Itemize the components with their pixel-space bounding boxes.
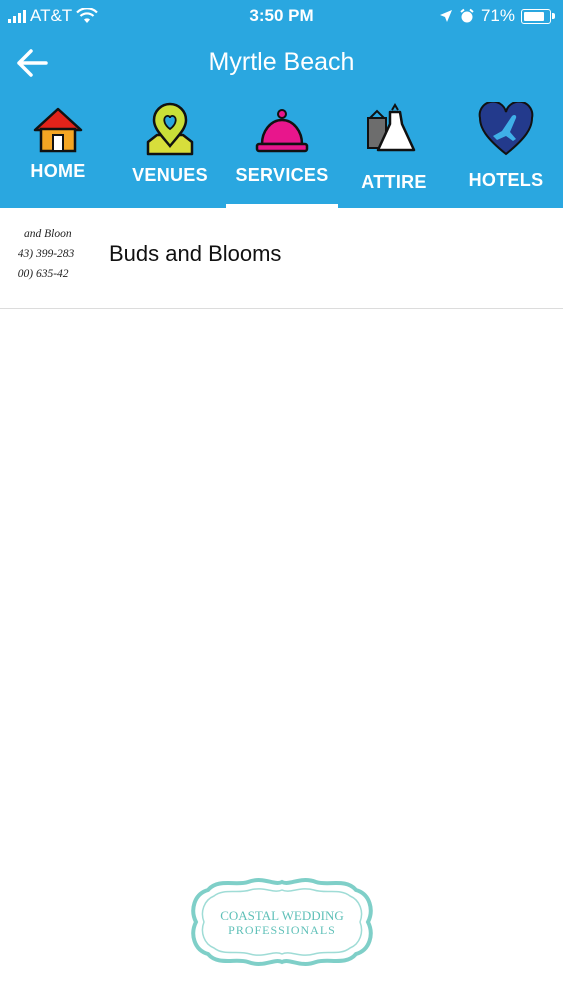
tab-services[interactable]: SERVICES	[226, 96, 338, 208]
signal-icon	[8, 9, 26, 23]
dress-icon	[367, 103, 416, 152]
thumbnail-line: 900) 635-42	[18, 268, 69, 280]
battery-icon	[521, 8, 555, 24]
tab-attire[interactable]: ATTIRE	[338, 96, 450, 208]
logo-line-1: COASTAL WEDDING	[220, 908, 344, 923]
tab-hotels[interactable]: HOTELS	[450, 96, 562, 208]
tab-venues-label: VENUES	[132, 165, 208, 185]
location-arrow-icon	[439, 10, 452, 22]
vendor-thumbnail: and Bloon 343) 399-283 900) 635-42	[18, 224, 90, 292]
battery-percent: 71%	[480, 6, 515, 25]
wifi-icon	[76, 8, 98, 23]
tab-venues[interactable]: VENUES	[114, 96, 226, 208]
status-left: AT&T	[8, 6, 98, 26]
page-title: Myrtle Beach	[208, 48, 355, 76]
carrier-label: AT&T	[30, 6, 73, 25]
thumbnail-line: 343) 399-283	[18, 248, 75, 260]
tab-home-label: HOME	[30, 161, 86, 181]
app-header: AT&T 3:50 PM 71% Myrtle Beach HOME VENUE…	[0, 0, 563, 208]
tab-services-label: SERVICES	[235, 165, 329, 185]
navigation-bar: Myrtle Beach	[0, 34, 563, 92]
alarm-icon	[460, 8, 474, 23]
list-item-title: Buds and Blooms	[109, 241, 282, 266]
service-bell-icon	[255, 109, 309, 153]
thumbnail-line: and Bloon	[24, 228, 72, 240]
status-right: 71%	[439, 6, 555, 26]
back-arrow-icon	[17, 49, 48, 77]
heart-airplane-icon	[478, 102, 534, 156]
coastal-wedding-professionals-logo: COASTAL WEDDING PROFESSIONALS	[191, 878, 373, 966]
tab-attire-label: ATTIRE	[361, 172, 427, 192]
tab-home[interactable]: HOME	[2, 96, 114, 208]
category-tabs: HOME VENUES SERVICES ATTIRE HOTELS	[0, 96, 563, 208]
list-item[interactable]: and Bloon 343) 399-283 900) 635-42 Buds …	[0, 208, 563, 309]
map-pin-heart-icon	[146, 102, 194, 156]
status-bar: AT&T 3:50 PM 71%	[0, 0, 563, 34]
tab-hotels-label: HOTELS	[468, 170, 544, 190]
back-button[interactable]	[12, 44, 52, 82]
logo-line-2: PROFESSIONALS	[228, 923, 336, 937]
house-icon	[33, 107, 83, 153]
